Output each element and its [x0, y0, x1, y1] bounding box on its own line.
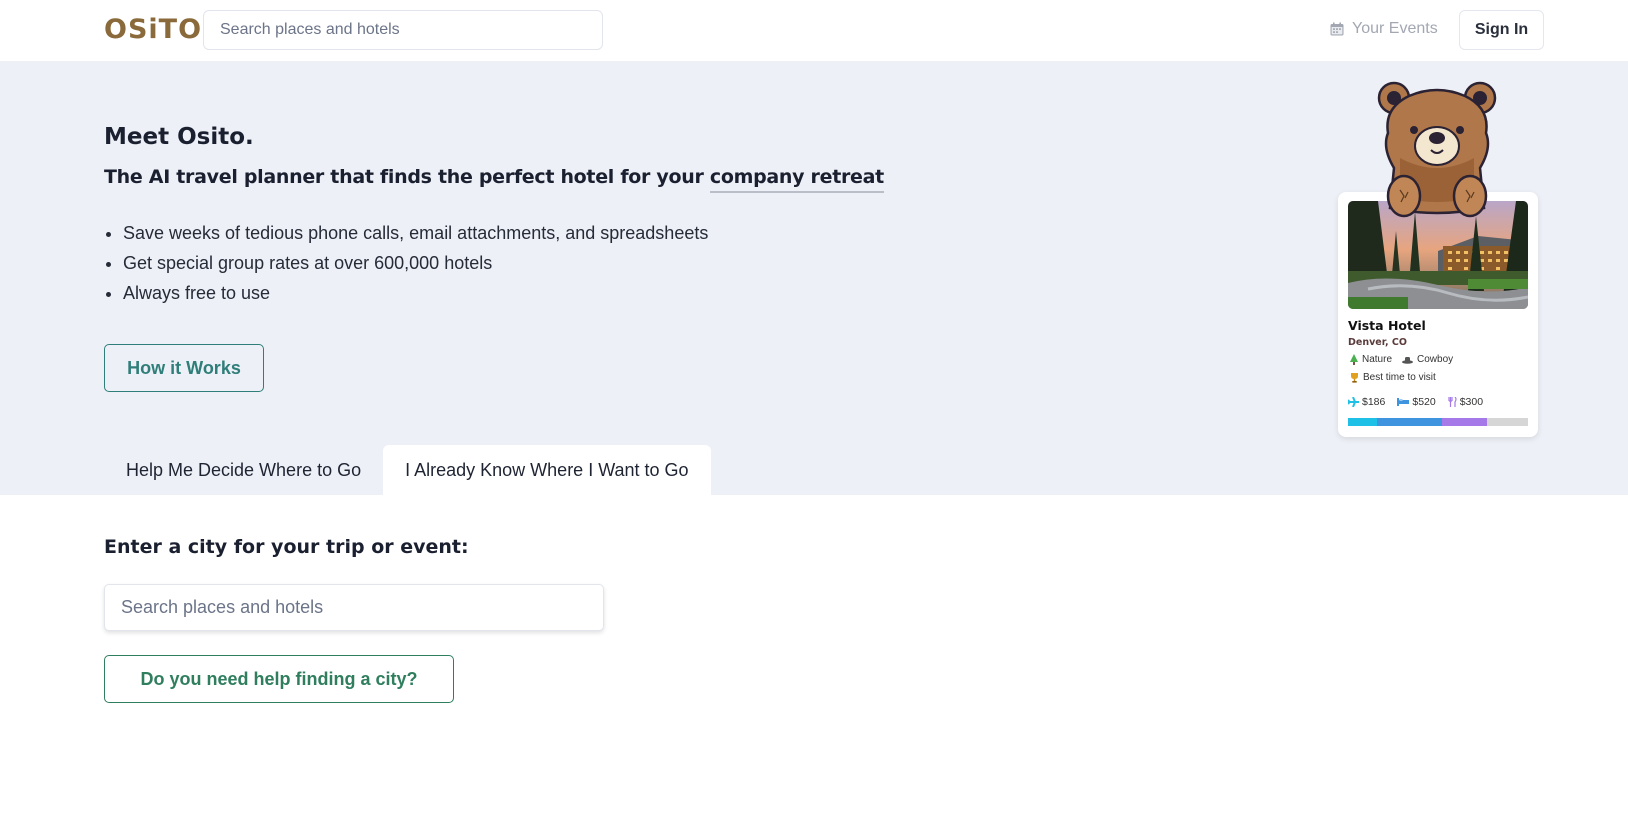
hero-subtitle: The AI travel planner that finds the per…	[104, 166, 884, 193]
bed-icon	[1397, 398, 1410, 406]
how-it-works-button[interactable]: How it Works	[104, 344, 264, 392]
hotel-name: Vista Hotel	[1348, 318, 1426, 333]
price-bar-segment	[1348, 418, 1377, 426]
price-label: $520	[1412, 396, 1436, 408]
hero-title: Meet Osito.	[104, 124, 254, 150]
hotel-card: Vista Hotel Denver, CO Nature Cowboy Bes…	[1338, 192, 1538, 437]
price-label: $300	[1459, 396, 1484, 408]
header-search-input[interactable]	[203, 10, 603, 50]
tab-help-me-decide[interactable]: Help Me Decide Where to Go	[104, 445, 383, 495]
tag-label: Cowboy	[1417, 354, 1454, 365]
best-time-badge: Best time to visit	[1350, 372, 1436, 383]
calendar-icon	[1330, 22, 1344, 36]
feature-item: Get special group rates at over 600,000 …	[123, 248, 708, 278]
top-navbar: OSiTO Your Events Sign In	[0, 0, 1628, 62]
hotel-tags: Nature Cowboy	[1350, 354, 1453, 365]
price-bar-segment	[1376, 418, 1442, 426]
best-time-label: Best time to visit	[1363, 372, 1436, 383]
price-breakdown: $186 $520 $300	[1348, 396, 1483, 408]
food-price: $300	[1448, 396, 1483, 408]
help-finding-city-button[interactable]: Do you need help finding a city?	[104, 655, 454, 703]
price-bar-segment	[1441, 418, 1487, 426]
price-label: $186	[1362, 396, 1386, 408]
city-search-input[interactable]	[104, 584, 604, 631]
tag-label: Nature	[1362, 354, 1393, 365]
plane-icon	[1348, 397, 1359, 407]
feature-list: Save weeks of tedious phone calls, email…	[123, 218, 708, 308]
feature-item: Always free to use	[123, 278, 708, 308]
cowboy-hat-icon	[1402, 356, 1414, 364]
hero-subtitle-highlight: company retreat	[709, 166, 884, 193]
flight-price: $186	[1348, 396, 1385, 408]
sign-in-button[interactable]: Sign In	[1459, 10, 1544, 50]
osito-logo[interactable]: OSiTO	[104, 14, 202, 45]
price-bar	[1348, 418, 1528, 426]
fork-knife-icon	[1448, 397, 1457, 407]
tag-cowboy: Cowboy	[1402, 354, 1453, 365]
tree-icon	[1350, 354, 1358, 365]
mode-tabs: Help Me Decide Where to Go I Already Kno…	[104, 445, 711, 495]
bear-mascot-icon	[1377, 81, 1497, 218]
hotel-price: $520	[1397, 396, 1436, 408]
tab-already-know[interactable]: I Already Know Where I Want to Go	[383, 445, 711, 495]
hero-subtitle-text: The AI travel planner that finds the per…	[104, 166, 710, 188]
your-events-link[interactable]: Your Events	[1330, 20, 1438, 38]
city-prompt-label: Enter a city for your trip or event:	[104, 536, 469, 558]
trophy-icon	[1351, 372, 1358, 383]
feature-item: Save weeks of tedious phone calls, email…	[123, 218, 708, 248]
hero-section: Meet Osito. The AI travel planner that f…	[0, 62, 1628, 495]
your-events-label: Your Events	[1352, 20, 1438, 37]
tag-nature: Nature	[1350, 354, 1392, 365]
hotel-city: Denver, CO	[1348, 337, 1407, 348]
